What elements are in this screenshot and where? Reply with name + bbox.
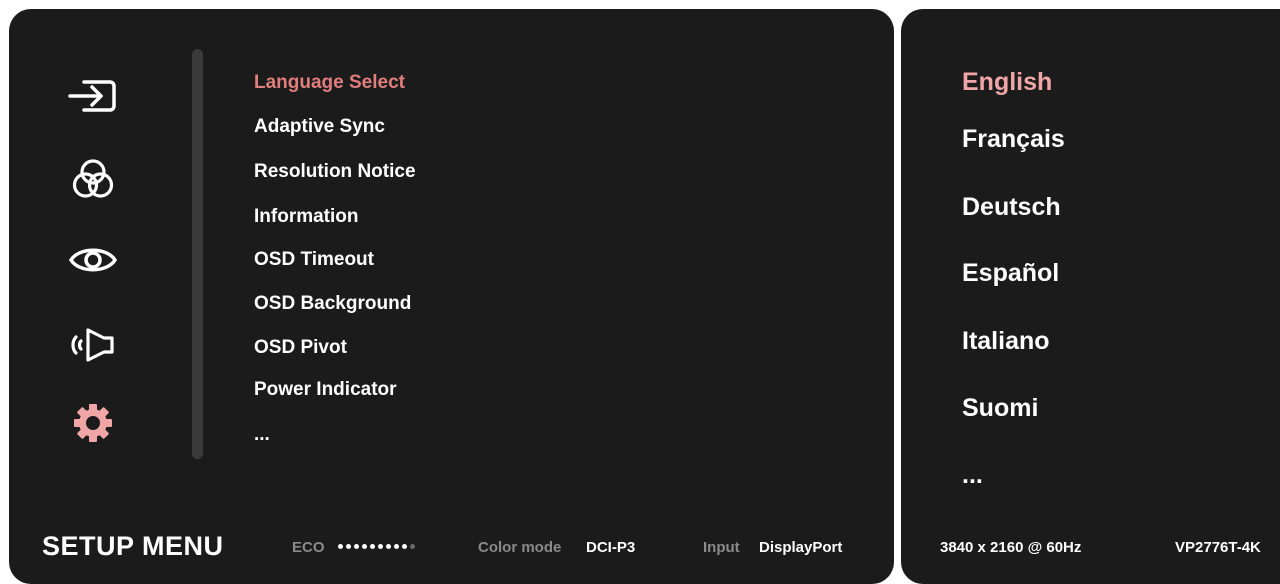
view-mode-icon[interactable]	[66, 237, 120, 283]
color-adjust-icon[interactable]	[66, 157, 120, 203]
menu-item-adaptive-sync[interactable]: Adaptive Sync	[254, 116, 385, 138]
eco-dot	[378, 544, 383, 549]
language-option-italiano[interactable]: Italiano	[962, 327, 1050, 356]
menu-item-osd-background[interactable]: OSD Background	[254, 293, 411, 315]
eco-dot	[386, 544, 391, 549]
input-label: Input	[703, 539, 740, 556]
eco-dot	[394, 544, 399, 549]
input-value: DisplayPort	[759, 539, 843, 556]
color-mode-label: Color mode	[478, 539, 562, 556]
osd-submenu-panel: English Français Deutsch Español Italian…	[901, 9, 1280, 584]
resolution-readout: 3840 x 2160 @ 60Hz	[940, 539, 1082, 556]
language-option-suomi[interactable]: Suomi	[962, 394, 1038, 423]
menu-item-osd-pivot[interactable]: OSD Pivot	[254, 337, 347, 359]
eco-label: ECO	[292, 539, 325, 556]
eco-dot	[402, 544, 407, 549]
color-mode-value: DCI-P3	[586, 539, 636, 556]
menu-item-power-indicator[interactable]: Power Indicator	[254, 379, 397, 401]
eco-dot	[410, 544, 415, 549]
setup-gear-icon[interactable]	[66, 400, 120, 446]
menu-scrollbar[interactable]	[192, 49, 203, 459]
model-name: VP2776T-4K	[1175, 539, 1261, 556]
language-option-more[interactable]: ...	[962, 461, 983, 490]
eco-dot	[338, 544, 343, 549]
menu-item-more[interactable]: ...	[254, 424, 270, 446]
menu-item-resolution-notice[interactable]: Resolution Notice	[254, 161, 416, 183]
menu-item-information[interactable]: Information	[254, 206, 359, 228]
page-title: SETUP MENU	[42, 531, 224, 561]
language-option-espanol[interactable]: Español	[962, 259, 1059, 288]
eco-level-indicator	[338, 544, 415, 549]
menu-item-language-select[interactable]: Language Select	[254, 72, 405, 94]
language-option-deutsch[interactable]: Deutsch	[962, 193, 1061, 222]
language-option-francais[interactable]: Français	[962, 125, 1065, 154]
eco-dot	[354, 544, 359, 549]
language-option-english[interactable]: English	[962, 68, 1052, 97]
menu-item-osd-timeout[interactable]: OSD Timeout	[254, 249, 374, 271]
audio-icon[interactable]	[66, 322, 120, 368]
eco-dot	[370, 544, 375, 549]
eco-dot	[346, 544, 351, 549]
input-icon[interactable]	[66, 72, 120, 118]
eco-dot	[362, 544, 367, 549]
osd-main-panel: Language Select Adaptive Sync Resolution…	[9, 9, 894, 584]
